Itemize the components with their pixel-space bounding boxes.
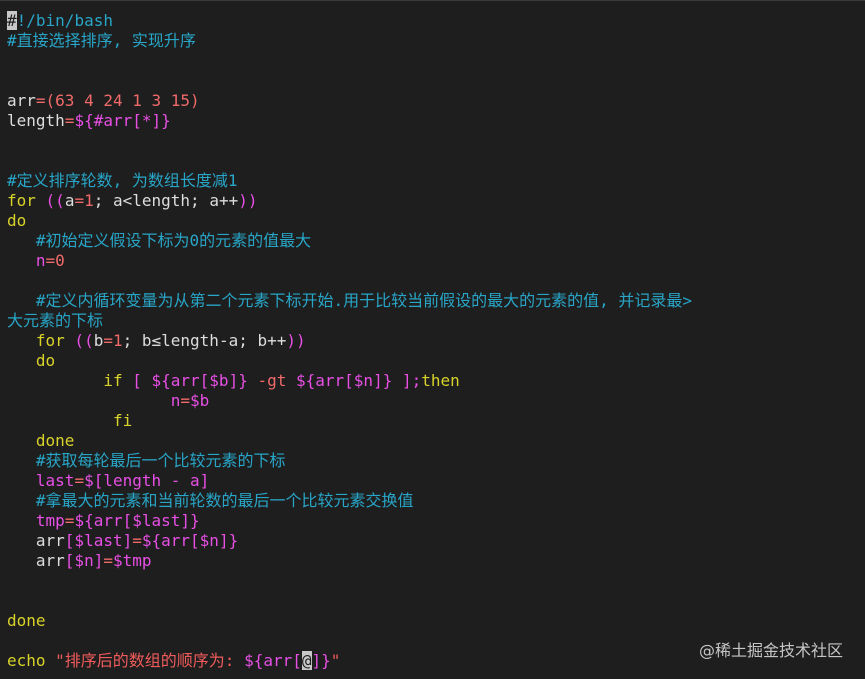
code-token: #初始定义假设下标为0的元素的值最大 (7, 231, 312, 250)
code-token: a (64, 191, 75, 210)
code-line: arr=(63 4 24 1 3 15) (7, 91, 861, 111)
code-line: do (7, 211, 861, 231)
code-token: for (7, 191, 36, 210)
code-line: for ((a=1; a<length; a++)) (7, 191, 861, 211)
code-line: last=$[length - a] (7, 471, 861, 491)
code-line: #!/bin/bash (7, 11, 861, 31)
code-token: done (7, 431, 75, 450)
text-cursor: @ (301, 651, 312, 670)
code-line: arr[$last]=${arr[$n]} (7, 531, 861, 551)
code-token: =(63 4 24 1 3 15) (35, 91, 200, 110)
code-token: "排序后的数组的顺序为: (45, 651, 245, 670)
code-token: [$last] (64, 531, 133, 550)
code-token: do (7, 211, 27, 230)
code-token: #拿最大的元素和当前轮数的最后一个比较元素交换值 (7, 491, 414, 510)
code-token: $b (190, 391, 210, 410)
code-line: if [ ${arr[$b]} -gt ${arr[$n]} ];then (7, 371, 861, 391)
code-line: fi (7, 411, 861, 431)
code-token: arr (7, 91, 36, 110)
code-token: " (330, 651, 341, 670)
code-token: tmp (7, 511, 65, 530)
text-cursor: # (7, 11, 17, 30)
code-token: =1 (103, 331, 123, 350)
code-line: for ((b=1; b≤length-a; b++)) (7, 331, 861, 351)
code-token: length (7, 111, 65, 130)
terminal-editor[interactable]: #!/bin/bash #直接选择排序, 实现升序 arr=(63 4 24 1 3… (0, 0, 865, 679)
code-token: #定义排序轮数, 为数组长度减1 (7, 171, 238, 190)
code-line: arr[$n]=$tmp (7, 551, 861, 571)
code-line: 大元素的下标 (7, 311, 861, 331)
code-token: = (132, 531, 142, 550)
code-token: #获取每轮最后一个比较元素的下标 (7, 451, 286, 470)
code-token: last (7, 471, 75, 490)
code-token: #直接选择排序, 实现升序 (7, 31, 196, 50)
code-token: )) (286, 331, 306, 350)
code-token: if (7, 371, 123, 390)
code-line: do (7, 351, 861, 371)
code-area[interactable]: #!/bin/bash #直接选择排序, 实现升序 arr=(63 4 24 1 3… (7, 11, 861, 671)
code-line: done (7, 611, 861, 631)
code-token: ${arr[ (244, 651, 302, 670)
code-token: $[length - a] (84, 471, 210, 490)
code-token: n (7, 251, 46, 270)
code-token: -gt (247, 371, 296, 390)
code-token: = (103, 551, 113, 570)
code-token: ${arr[$b]} (151, 371, 248, 390)
code-token: 大元素的下标 (7, 311, 104, 330)
code-token: [$n] (64, 551, 104, 570)
code-line: n=0 (7, 251, 861, 271)
code-token: = (64, 111, 75, 130)
code-token: ${arr[$n]} (141, 531, 239, 550)
code-line: tmp=${arr[$last]} (7, 511, 861, 531)
code-token: !/bin/bash (16, 11, 113, 30)
code-token: (( (64, 331, 94, 350)
code-token: fi (7, 411, 133, 430)
code-token: = (180, 391, 191, 410)
code-token: )) (238, 191, 258, 210)
code-token: echo (7, 651, 46, 670)
code-token: done (7, 611, 46, 630)
code-token: = (64, 511, 75, 530)
code-token: ${arr[$last]} (74, 511, 200, 530)
code-token: #定义内循环变量为从第二个元素下标开始.用于比较当前假设的最大的元素的值, 并记… (7, 291, 693, 310)
code-token: ]} (311, 651, 331, 670)
code-token: n (7, 391, 181, 410)
code-token: for (7, 331, 65, 350)
code-token: $tmp (112, 551, 152, 570)
code-line: #初始定义假设下标为0的元素的值最大 (7, 231, 861, 251)
code-token: then (421, 371, 460, 390)
code-token: ${#arr[*]} (74, 111, 171, 130)
code-token: ]; (392, 371, 422, 390)
code-line: #拿最大的元素和当前轮数的最后一个比较元素交换值 (7, 491, 861, 511)
code-line: #定义内循环变量为从第二个元素下标开始.用于比较当前假设的最大的元素的值, 并记… (7, 291, 861, 311)
code-token: (( (35, 191, 65, 210)
watermark-text: @稀土掘金技术社区 (698, 641, 843, 660)
code-token: b (93, 331, 104, 350)
code-token: =0 (45, 251, 65, 270)
code-line: n=$b (7, 391, 861, 411)
code-line: done (7, 431, 861, 451)
code-token: arr (7, 551, 65, 570)
code-token: =1 (74, 191, 94, 210)
code-token: = (74, 471, 85, 490)
code-token: do (7, 351, 56, 370)
code-token: ${arr[$n]} (296, 371, 393, 390)
code-line: #获取每轮最后一个比较元素的下标 (7, 451, 861, 471)
code-line: #定义排序轮数, 为数组长度减1 (7, 171, 861, 191)
code-token: ; a<length; a++ (93, 191, 239, 210)
code-token: [ (122, 371, 152, 390)
code-token: arr (7, 531, 65, 550)
code-line: #直接选择排序, 实现升序 (7, 31, 861, 51)
code-line: length=${#arr[*]} (7, 111, 861, 131)
code-token: ; b≤length-a; b++ (122, 331, 287, 350)
